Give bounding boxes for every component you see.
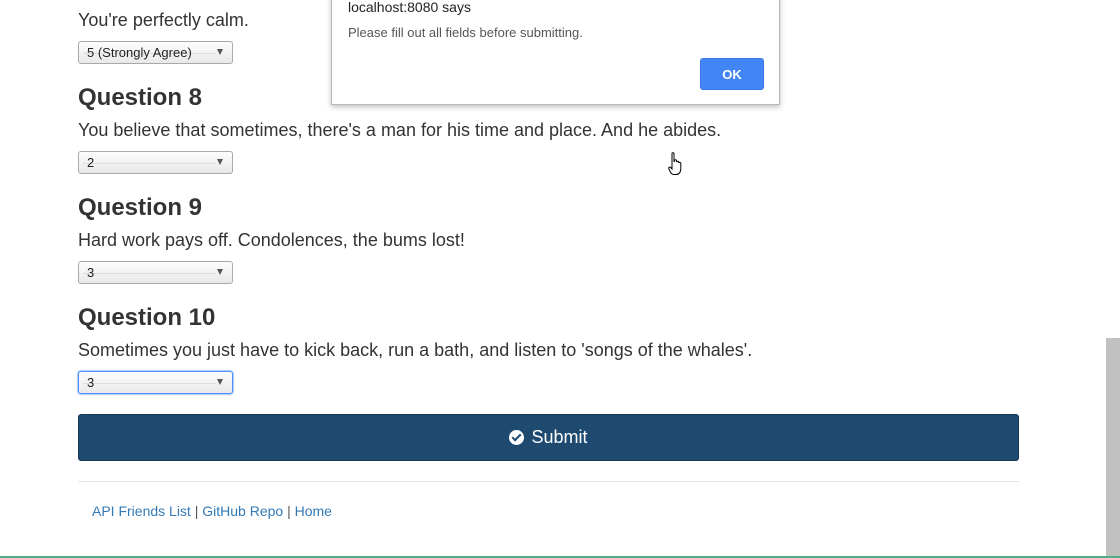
check-circle-icon xyxy=(509,430,525,445)
api-friends-list-link[interactable]: API Friends List xyxy=(92,503,191,519)
dropdown-arrow-icon xyxy=(217,159,223,165)
ok-button[interactable]: OK xyxy=(700,58,764,90)
question-8-selected-value: 2 xyxy=(87,155,95,170)
question-10-text: Sometimes you just have to kick back, ru… xyxy=(78,340,753,360)
dialog-title: localhost:8080 says xyxy=(348,0,471,15)
question-7-text: You're perfectly calm. xyxy=(78,10,249,30)
alert-dialog: localhost:8080 says Please fill out all … xyxy=(331,0,780,105)
question-8-text: You believe that sometimes, there's a ma… xyxy=(78,120,722,140)
question-9-select[interactable]: 3 xyxy=(78,261,233,284)
dropdown-arrow-icon xyxy=(217,269,223,275)
dropdown-arrow-icon xyxy=(217,49,223,55)
footer-separator: | xyxy=(283,503,295,519)
question-10-heading: Question 10 xyxy=(78,304,216,331)
question-10-select[interactable]: 3 xyxy=(78,371,233,394)
question-8-heading: Question 8 xyxy=(78,84,203,111)
hand-cursor-icon xyxy=(668,152,682,175)
scrollbar-thumb[interactable] xyxy=(1106,338,1120,556)
dialog-message: Please fill out all fields before submit… xyxy=(348,25,583,40)
question-9-heading: Question 9 xyxy=(78,194,203,221)
question-7-select[interactable]: 5 (Strongly Agree) xyxy=(78,41,233,64)
dropdown-arrow-icon xyxy=(217,379,223,385)
footer-separator: | xyxy=(190,503,203,519)
submit-label: Submit xyxy=(531,427,588,447)
question-9-selected-value: 3 xyxy=(87,265,95,280)
footer-divider xyxy=(78,481,1019,482)
github-repo-link[interactable]: GitHub Repo xyxy=(202,503,283,519)
question-10-selected-value: 3 xyxy=(87,375,95,390)
footer-links: API Friends List | GitHub Repo | Home xyxy=(92,503,332,519)
submit-button[interactable]: Submit xyxy=(78,414,1019,461)
home-link[interactable]: Home xyxy=(295,503,332,519)
question-7-selected-value: 5 (Strongly Agree) xyxy=(87,45,192,60)
question-8-select[interactable]: 2 xyxy=(78,151,233,174)
question-9-text: Hard work pays off. Condolences, the bum… xyxy=(78,230,465,250)
